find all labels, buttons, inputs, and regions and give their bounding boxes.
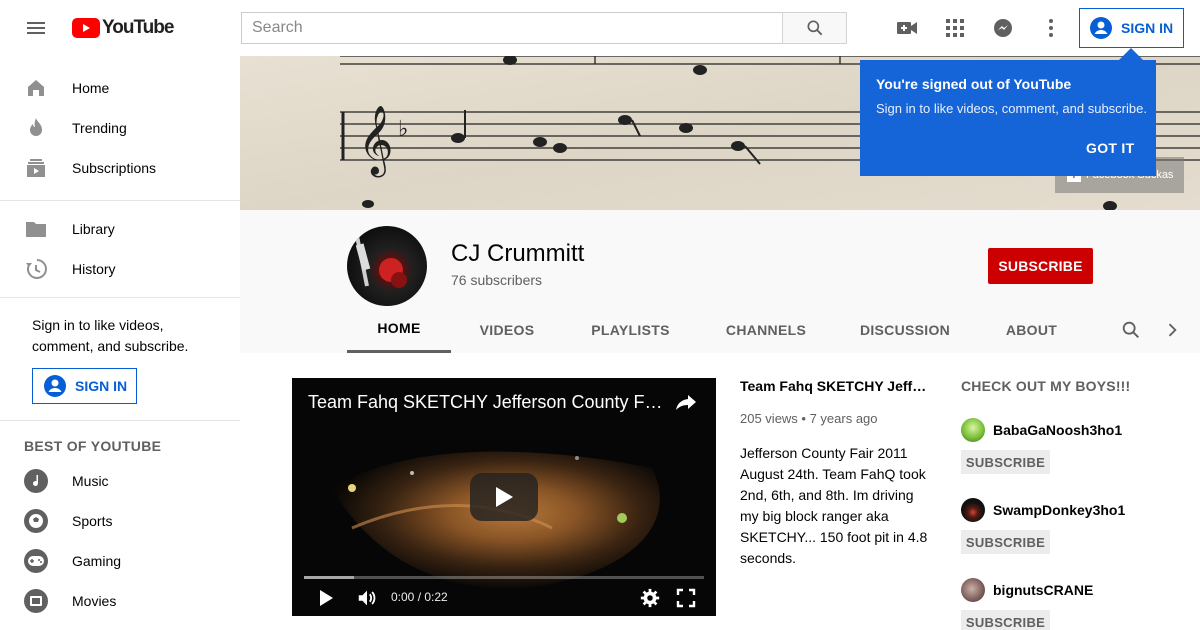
featured-video-meta: 205 views • 7 years ago bbox=[740, 411, 878, 426]
sidebar-item-label: Library bbox=[72, 221, 115, 237]
messages-icon[interactable] bbox=[983, 8, 1023, 48]
play-icon[interactable] bbox=[313, 585, 339, 611]
sidebar-item-label: Movies bbox=[72, 593, 117, 609]
featured-channel-avatar bbox=[961, 578, 985, 602]
popup-text: Sign in to like videos, comment, and sub… bbox=[876, 101, 1147, 116]
channel-avatar[interactable] bbox=[347, 226, 427, 306]
search-input[interactable] bbox=[242, 13, 783, 43]
featured-video-description: Jefferson County Fair 2011 August 24th. … bbox=[740, 445, 928, 566]
youtube-logo[interactable]: YouTube bbox=[72, 17, 174, 39]
sidebar-item-label: Sports bbox=[72, 513, 113, 529]
popup-title: You're signed out of YouTube bbox=[876, 76, 1072, 92]
apps-icon[interactable] bbox=[935, 8, 975, 48]
large-play-button[interactable] bbox=[470, 473, 538, 521]
tab-playlists[interactable]: PLAYLISTS bbox=[583, 306, 678, 353]
sidebar-divider bbox=[0, 297, 240, 298]
featured-channel-name: BabaGaNoosh3ho1 bbox=[993, 422, 1123, 438]
fullscreen-icon[interactable] bbox=[673, 585, 699, 611]
featured-channel-name: SwampDonkey3ho1 bbox=[993, 502, 1126, 518]
sidebar-item-label: Subscriptions bbox=[72, 160, 157, 176]
sidebar-divider bbox=[0, 420, 240, 421]
featured-channel-item[interactable]: BabaGaNoosh3ho1 bbox=[961, 418, 1122, 442]
sidebar-item-music[interactable]: Music bbox=[0, 461, 240, 501]
video-progress-bar[interactable] bbox=[304, 576, 704, 579]
featured-subscribe-button[interactable]: SUBSCRIBE bbox=[961, 530, 1050, 554]
sidebar-item-movies[interactable]: Movies bbox=[0, 581, 240, 621]
featured-channel-name: bignutsCRANE bbox=[993, 582, 1094, 598]
sidebar-item-label: Music bbox=[72, 473, 109, 489]
subscriptions-icon bbox=[24, 156, 48, 180]
channel-name: CJ Crummitt bbox=[451, 240, 585, 267]
progress-loaded bbox=[304, 576, 354, 579]
sidebar-item-history[interactable]: History bbox=[0, 249, 240, 289]
sidebar-item-label: Gaming bbox=[72, 553, 122, 569]
sidebar-item-label: Trending bbox=[72, 120, 127, 136]
settings-gear-icon[interactable] bbox=[637, 585, 663, 611]
subscriber-count: 76 subscribers bbox=[451, 272, 543, 288]
sidebar-item-trending[interactable]: Trending bbox=[0, 108, 240, 148]
search-button[interactable] bbox=[782, 12, 847, 44]
featured-video-title[interactable]: Team Fahq SKETCHY Jeffer... bbox=[740, 378, 932, 394]
featured-channel-item[interactable]: bignutsCRANE bbox=[961, 578, 1093, 602]
signin-label: SIGN IN bbox=[1121, 20, 1174, 36]
search-box bbox=[241, 12, 783, 44]
sidebar-signin-button[interactable]: SIGN IN bbox=[32, 368, 137, 404]
sidebar-item-library[interactable]: Library bbox=[0, 209, 240, 249]
more-vert-icon[interactable] bbox=[1031, 8, 1071, 48]
account-icon bbox=[1089, 16, 1113, 40]
play-icon bbox=[496, 487, 513, 507]
sidebar-item-label: History bbox=[72, 261, 116, 277]
volume-icon[interactable] bbox=[354, 585, 380, 611]
youtube-play-logo-icon bbox=[72, 18, 100, 38]
subscribe-button[interactable]: SUBSCRIBE bbox=[988, 248, 1093, 284]
svg-text:♭: ♭ bbox=[398, 117, 408, 142]
signed-out-popup: You're signed out of YouTube Sign in to … bbox=[860, 60, 1156, 176]
featured-channel-avatar bbox=[961, 498, 985, 522]
history-icon bbox=[24, 257, 48, 281]
share-icon[interactable] bbox=[672, 388, 700, 416]
video-time: 0:00 / 0:22 bbox=[391, 590, 448, 604]
logo-text: YouTube bbox=[102, 17, 174, 38]
sidebar-signin-prompt: Sign in to like videos, comment, and sub… bbox=[32, 317, 189, 354]
tab-home[interactable]: HOME bbox=[347, 306, 451, 353]
featured-channels-header: CHECK OUT MY BOYS!!! bbox=[961, 378, 1131, 394]
search-icon bbox=[807, 20, 822, 36]
sidebar-divider bbox=[0, 200, 240, 201]
tab-channels[interactable]: CHANNELS bbox=[718, 306, 814, 353]
sidebar-item-sports[interactable]: Sports bbox=[0, 501, 240, 541]
sidebar-item-label: Home bbox=[72, 80, 110, 96]
masthead: YouTube SIGN IN bbox=[0, 0, 1200, 56]
best-of-youtube-header: BEST OF YOUTUBE bbox=[24, 438, 162, 454]
player-title[interactable]: Team Fahq SKETCHY Jefferson County Fai..… bbox=[308, 392, 668, 413]
featured-channel-item[interactable]: SwampDonkey3ho1 bbox=[961, 498, 1125, 522]
tab-videos[interactable]: VIDEOS bbox=[469, 306, 545, 353]
chevron-right-icon[interactable] bbox=[1160, 316, 1184, 344]
sidebar: Home Trending Subscriptions Library Hist… bbox=[0, 56, 240, 630]
svg-text:𝄞: 𝄞 bbox=[358, 105, 393, 177]
library-icon bbox=[24, 217, 48, 241]
got-it-button[interactable]: GOT IT bbox=[1086, 140, 1134, 156]
account-icon bbox=[43, 374, 67, 398]
sidebar-item-gaming[interactable]: Gaming bbox=[0, 541, 240, 581]
gaming-icon bbox=[24, 549, 48, 573]
home-icon bbox=[24, 76, 48, 100]
channel-search-icon[interactable] bbox=[1117, 316, 1145, 344]
tab-about[interactable]: ABOUT bbox=[996, 306, 1067, 353]
signin-button[interactable]: SIGN IN bbox=[1079, 8, 1184, 48]
music-icon bbox=[24, 469, 48, 493]
featured-subscribe-button[interactable]: SUBSCRIBE bbox=[961, 450, 1050, 474]
signin-label: SIGN IN bbox=[75, 378, 128, 394]
movies-icon bbox=[24, 589, 48, 613]
create-video-icon[interactable] bbox=[887, 8, 927, 48]
sports-icon bbox=[24, 509, 48, 533]
sidebar-item-subscriptions[interactable]: Subscriptions bbox=[0, 148, 240, 188]
featured-subscribe-button[interactable]: SUBSCRIBE bbox=[961, 610, 1050, 630]
menu-icon[interactable] bbox=[16, 8, 56, 48]
sidebar-item-home[interactable]: Home bbox=[0, 68, 240, 108]
trending-icon bbox=[24, 116, 48, 140]
tab-discussion[interactable]: DISCUSSION bbox=[854, 306, 956, 353]
avatar-photo bbox=[355, 235, 407, 288]
featured-channel-avatar bbox=[961, 418, 985, 442]
